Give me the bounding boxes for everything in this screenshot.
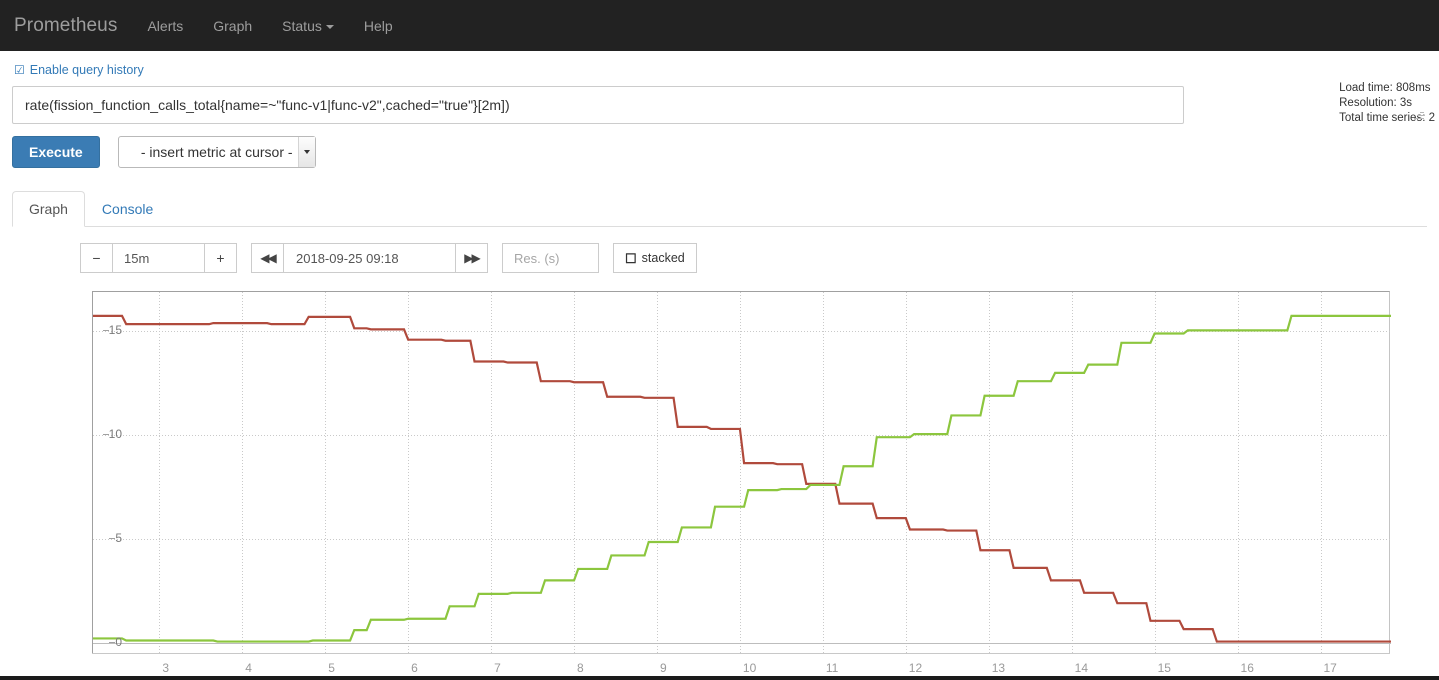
- y-axis-tick-label: 5: [115, 531, 122, 545]
- metric-select-wrapper: - insert metric at cursor -: [118, 136, 316, 168]
- x-axis-tick-label: 16: [1237, 661, 1254, 675]
- y-axis-tick-mark: [103, 434, 109, 435]
- increase-range-button[interactable]: +: [204, 243, 237, 273]
- plot-canvas[interactable]: [92, 291, 1390, 653]
- page-bottom-rule: [0, 676, 1439, 680]
- x-axis-tick-label: 8: [573, 661, 584, 675]
- x-axis-tick-label: 13: [988, 661, 1005, 675]
- top-navbar: Prometheus Alerts Graph Status Help: [0, 0, 1439, 51]
- x-axis: 3 4 5 6 7 8 9 10 11 12 13 14 15 16 17: [92, 653, 1390, 677]
- nav-item-graph[interactable]: Graph: [198, 2, 267, 50]
- plot-svg: [93, 292, 1391, 654]
- x-axis-tick-label: 15: [1154, 661, 1171, 675]
- stacked-label: stacked: [642, 251, 685, 265]
- checkbox-unchecked-icon: ☐: [625, 252, 637, 265]
- graph-panel: − 15m + ◀◀ 2018-09-25 09:18 ▶▶ Res. (s) …: [12, 227, 1427, 677]
- nav-item-help[interactable]: Help: [349, 2, 408, 50]
- nav-item-status[interactable]: Status: [267, 2, 349, 50]
- resize-grip-icon: [1413, 110, 1424, 121]
- graph-area: 0 5 10 15 3 4 5 6 7 8 9 10 11 12 13 14 15 16 17: [13, 287, 1427, 677]
- main-content: Load time: 808ms Resolution: 3s Total ti…: [0, 51, 1439, 677]
- stacked-toggle-button[interactable]: ☐ stacked: [613, 243, 697, 273]
- double-arrow-left-icon: ◀◀: [260, 251, 274, 265]
- y-axis-tick-label: 0: [115, 635, 122, 649]
- decrease-range-button[interactable]: −: [80, 243, 113, 273]
- x-axis-tick-label: 6: [407, 661, 418, 675]
- enable-query-history-label: Enable query history: [30, 63, 144, 77]
- x-axis-tick-label: 12: [905, 661, 922, 675]
- step-backward-button[interactable]: ◀◀: [251, 243, 284, 273]
- panel-tabs: Graph Console: [12, 192, 1427, 227]
- nav-item-status-label: Status: [282, 18, 322, 34]
- query-expression-input[interactable]: [12, 86, 1184, 124]
- x-axis-tick-label: 14: [1071, 661, 1088, 675]
- execute-button[interactable]: Execute: [12, 136, 100, 168]
- step-forward-button[interactable]: ▶▶: [455, 243, 488, 273]
- range-input-group: − 15m +: [80, 243, 237, 273]
- x-axis-tick-label: 9: [656, 661, 667, 675]
- x-axis-tick-label: 7: [490, 661, 501, 675]
- enable-query-history-toggle[interactable]: ☑ Enable query history: [14, 63, 144, 77]
- x-axis-tick-label: 17: [1320, 661, 1337, 675]
- tab-console[interactable]: Console: [85, 191, 170, 227]
- chevron-down-icon: [326, 25, 334, 29]
- range-input[interactable]: 15m: [112, 243, 205, 273]
- nav-item-alerts[interactable]: Alerts: [132, 2, 198, 50]
- x-axis-tick-label: 4: [241, 661, 252, 675]
- x-axis-tick-label: 3: [158, 661, 169, 675]
- resolution-input[interactable]: Res. (s): [502, 243, 599, 273]
- x-axis-tick-label: 10: [739, 661, 756, 675]
- tab-graph[interactable]: Graph: [12, 191, 85, 227]
- y-axis-tick-mark: [109, 538, 115, 539]
- graph-controls: − 15m + ◀◀ 2018-09-25 09:18 ▶▶ Res. (s) …: [80, 243, 1427, 273]
- y-axis-tick-mark: [103, 330, 109, 331]
- query-row: [12, 86, 1427, 124]
- time-input-group: ◀◀ 2018-09-25 09:18 ▶▶: [251, 243, 488, 273]
- end-time-input[interactable]: 2018-09-25 09:18: [283, 243, 456, 273]
- insert-metric-select[interactable]: - insert metric at cursor -: [118, 136, 316, 168]
- y-axis-tick-mark: [109, 642, 115, 643]
- y-axis-tick-label: 15: [109, 323, 122, 337]
- checkbox-checked-icon: ☑: [14, 64, 25, 76]
- double-arrow-right-icon: ▶▶: [464, 251, 478, 265]
- x-axis-tick-label: 5: [324, 661, 335, 675]
- y-axis-tick-label: 10: [109, 427, 122, 441]
- execute-row: Execute - insert metric at cursor -: [12, 136, 1427, 168]
- brand-prometheus[interactable]: Prometheus: [14, 15, 132, 37]
- x-axis-tick-label: 11: [822, 661, 838, 675]
